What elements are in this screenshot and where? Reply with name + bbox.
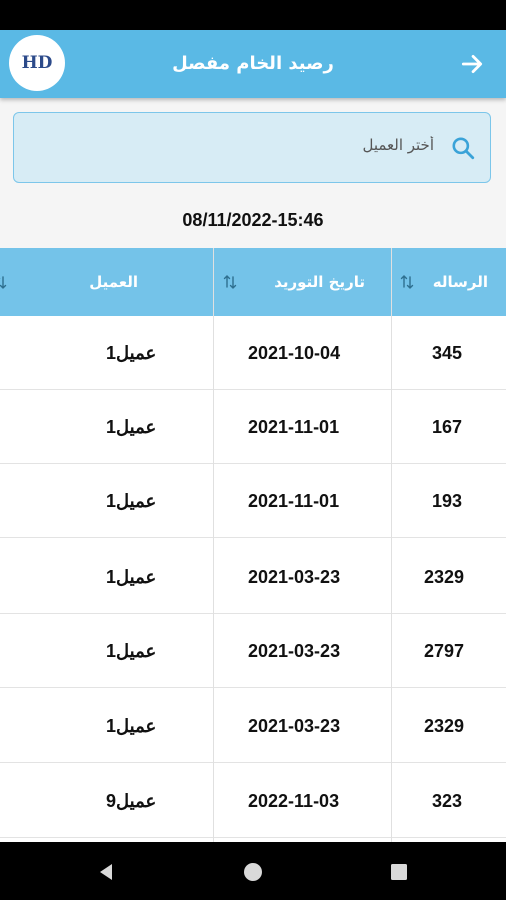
- table-row[interactable]: 193 2021-11-01 عميل1: [0, 464, 506, 538]
- cell-client: عميل1: [106, 641, 157, 661]
- timestamp: 08/11/2022-15:46: [182, 210, 324, 230]
- sort-icon[interactable]: [399, 274, 415, 290]
- cell-date: 2021-03-23: [248, 567, 341, 587]
- cell-message: 167: [432, 417, 463, 437]
- navigation-bar: [0, 842, 506, 900]
- cell-date: 2022-11-03: [248, 791, 340, 811]
- cell-message: 323: [432, 791, 463, 811]
- column-label-date: تاريخ التوريد: [274, 273, 365, 291]
- cell-client: عميل1: [106, 491, 157, 511]
- cell-date: 2021-11-01: [248, 417, 340, 437]
- table-header: الرساله تاريخ التوريد العميل: [0, 248, 506, 316]
- back-button[interactable]: [452, 44, 492, 84]
- table-row[interactable]: 2797 2021-03-23 عميل1: [0, 614, 506, 688]
- column-header-client[interactable]: العميل: [0, 248, 214, 316]
- table-row[interactable]: 167 2021-11-01 عميل1: [0, 390, 506, 464]
- nav-home-button[interactable]: [241, 860, 265, 884]
- column-label-message: الرساله: [432, 273, 488, 291]
- column-label-client: العميل: [89, 273, 138, 291]
- nav-back-button[interactable]: [94, 860, 118, 884]
- column-divider: [213, 248, 214, 842]
- column-header-message[interactable]: الرساله: [391, 248, 506, 316]
- cell-client: عميل1: [106, 567, 157, 587]
- page-title: رصيد الخام مفصل: [172, 53, 334, 74]
- cell-client: عميل9: [106, 791, 157, 811]
- nav-recents-button[interactable]: [387, 860, 411, 884]
- column-header-date[interactable]: تاريخ التوريد: [214, 248, 391, 316]
- app-bar: HD رصيد الخام مفصل: [0, 30, 506, 98]
- search-input[interactable]: [74, 129, 434, 161]
- cell-client: عميل1: [106, 343, 157, 363]
- cell-date: 2021-11-01: [248, 491, 340, 511]
- cell-client: عميل1: [106, 417, 157, 437]
- logo-text: HD: [21, 53, 53, 73]
- cell-date: 2021-10-04: [248, 343, 341, 363]
- status-bar: [0, 0, 506, 30]
- sort-icon[interactable]: [222, 274, 238, 290]
- arrow-right-icon: [461, 55, 483, 73]
- table-row[interactable]: 2329 2021-03-23 عميل1: [0, 689, 506, 763]
- cell-message: 345: [432, 343, 463, 363]
- table-row[interactable]: 345 2021-10-04 عميل1: [0, 316, 506, 390]
- table-row[interactable]: 2329 2021-03-23 عميل1: [0, 540, 506, 614]
- cell-message: 2797: [424, 641, 465, 661]
- cell-date: 2021-03-23: [248, 641, 341, 661]
- cell-date: 2021-03-23: [248, 716, 341, 736]
- column-divider: [391, 248, 392, 842]
- sort-icon[interactable]: [0, 274, 8, 290]
- table-body: 345 2021-10-04 عميل1 167 2021-11-01 عميل…: [0, 316, 506, 842]
- app-logo: HD: [9, 35, 65, 91]
- search-box[interactable]: [13, 112, 491, 183]
- square-recents-icon: [391, 864, 407, 880]
- cell-message: 2329: [424, 567, 465, 587]
- triangle-back-icon: [100, 864, 112, 880]
- cell-message: 193: [432, 491, 463, 511]
- cell-client: عميل1: [106, 716, 157, 736]
- circle-home-icon: [244, 863, 262, 881]
- search-icon[interactable]: [450, 135, 476, 161]
- cell-message: 2329: [424, 716, 465, 736]
- table-row[interactable]: 323 2022-11-03 عميل9: [0, 764, 506, 838]
